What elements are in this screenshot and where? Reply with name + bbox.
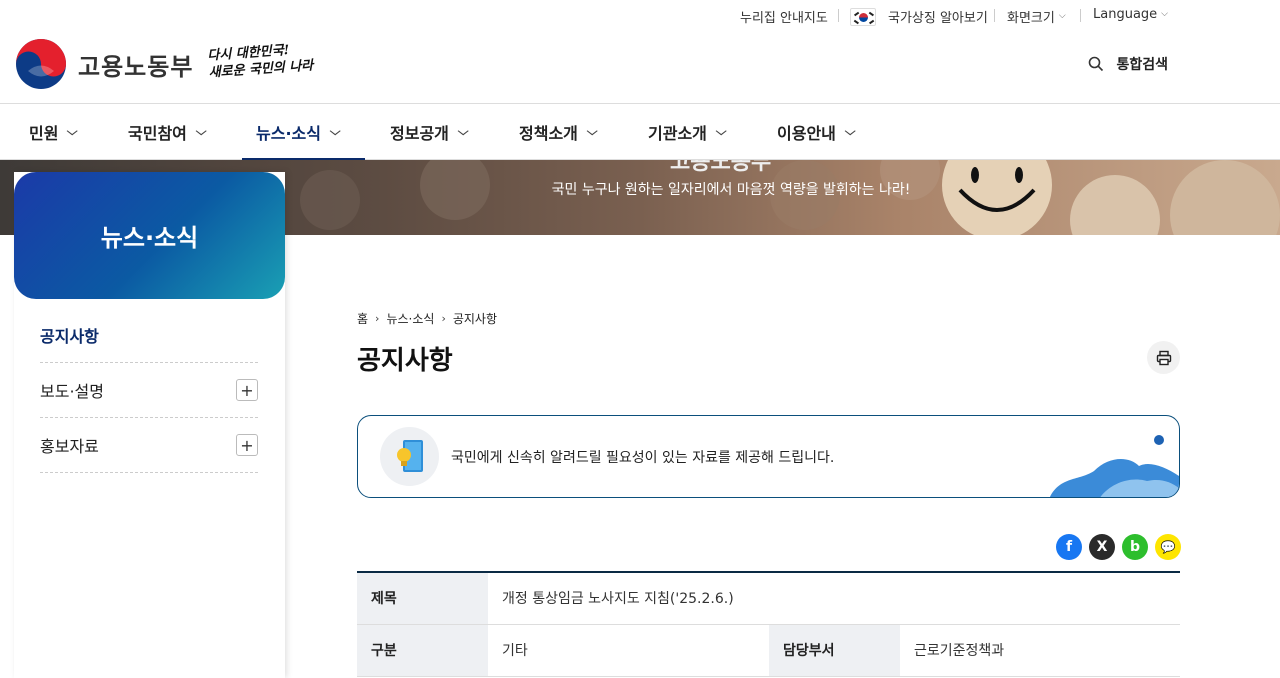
chevron-down-icon: ⌵: [67, 125, 79, 138]
band-share-button[interactable]: b: [1122, 534, 1148, 560]
divider: [994, 9, 995, 22]
nav-item-policy[interactable]: 정책소개 ⌵: [519, 104, 598, 160]
wave-decoration-icon: [1050, 435, 1179, 497]
breadcrumb-notice[interactable]: 공지사항: [453, 310, 497, 327]
post-dept: 근로기준정책과: [900, 624, 1180, 677]
slogan: 다시 대한민국! 새로운 국민의 나라: [207, 40, 314, 81]
nav-item-label: 이용안내: [777, 124, 836, 143]
band-icon: b: [1129, 539, 1141, 555]
x-share-button[interactable]: X: [1089, 534, 1115, 560]
x-icon: X: [1096, 539, 1108, 555]
printer-icon: [1156, 350, 1171, 365]
ministry-name: 고용노동부: [78, 52, 194, 81]
sidebar-item-label: 보도·설명: [40, 382, 104, 401]
print-button[interactable]: [1147, 341, 1180, 374]
nav-item-news[interactable]: 뉴스·소식 ⌵: [241, 104, 366, 161]
government-emblem-icon: [16, 39, 66, 89]
chevron-right-icon: ›: [441, 312, 446, 325]
chevron-down-icon: ⌵: [844, 125, 856, 138]
lightbulb-book-icon: [380, 427, 439, 486]
sidebar-item-label: 공지사항: [40, 327, 99, 346]
dept-header: 담당부서: [769, 624, 900, 677]
post-detail-table: 제목 개정 통상임금 노사지도 지침('25.2.6.) 구분 기타 담당부서 …: [357, 571, 1180, 677]
search-label: 통합검색: [1116, 57, 1168, 73]
divider: [838, 9, 839, 22]
table-row: 구분 기타 담당부서 근로기준정책과: [357, 624, 1180, 677]
nav-item-label: 정보공개: [390, 124, 449, 143]
chevron-down-icon: ⌵: [715, 125, 727, 138]
facebook-icon: f: [1065, 539, 1073, 555]
title-header: 제목: [357, 572, 488, 625]
nav-item-about[interactable]: 기관소개 ⌵: [648, 104, 727, 160]
language-label: Language: [1093, 7, 1158, 22]
national-symbols-label: 국가상징 알아보기: [888, 11, 988, 26]
sitemap-link[interactable]: 누리집 안내지도: [740, 7, 828, 26]
breadcrumb-home[interactable]: 홈: [357, 310, 368, 327]
chevron-down-icon: ⌵: [1161, 8, 1168, 19]
national-symbols-link[interactable]: 국가상징 알아보기: [850, 7, 988, 26]
nav-item-label: 기관소개: [648, 124, 707, 143]
kakao-share-button[interactable]: 💬: [1155, 534, 1181, 560]
chevron-down-icon: ⌵: [1058, 10, 1066, 21]
sidebar-item-notice[interactable]: 공지사항: [40, 308, 258, 363]
ministry-logo-link[interactable]: 고용노동부: [14, 38, 193, 90]
breadcrumb: 홈 › 뉴스·소식 › 공지사항: [357, 310, 497, 327]
category-header: 구분: [357, 624, 488, 677]
breadcrumb-news[interactable]: 뉴스·소식: [386, 310, 434, 327]
expand-icon[interactable]: +: [236, 434, 258, 456]
sidebar: 뉴스·소식 공지사항 보도·설명 + 홍보자료 +: [14, 172, 285, 678]
divider: [1080, 9, 1081, 22]
chevron-down-icon: ⌵: [329, 125, 341, 138]
nav-item-disclosure[interactable]: 정보공개 ⌵: [390, 104, 469, 160]
sidebar-menu: 공지사항 보도·설명 + 홍보자료 +: [40, 308, 258, 473]
chevron-down-icon: ⌵: [586, 125, 598, 138]
page-title: 공지사항: [357, 346, 453, 376]
nav-item-label: 국민참여: [128, 124, 187, 143]
nav-item-label: 정책소개: [519, 124, 578, 143]
nav-item-civil[interactable]: 민원 ⌵: [29, 104, 79, 160]
sidebar-item-promo[interactable]: 홍보자료 +: [40, 418, 258, 473]
korea-flag-icon: [850, 7, 876, 26]
main-nav: 민원 ⌵ 국민참여 ⌵ 뉴스·소식 ⌵ 정보공개 ⌵ 정책소개 ⌵ 기관소개 ⌵ 이용안내 ⌵: [0, 103, 1280, 161]
language-dropdown[interactable]: Language ⌵: [1093, 7, 1168, 22]
intro-text: 국민에게 신속히 알려드릴 필요성이 있는 자료를 제공해 드립니다.: [451, 450, 835, 466]
kakao-icon: 💬: [1160, 540, 1176, 554]
intro-box: 국민에게 신속히 알려드릴 필요성이 있는 자료를 제공해 드립니다.: [357, 415, 1180, 498]
chevron-down-icon: ⌵: [195, 125, 207, 138]
nav-item-guide[interactable]: 이용안내 ⌵: [777, 104, 856, 160]
search-icon: [1089, 56, 1104, 72]
expand-icon[interactable]: +: [236, 379, 258, 401]
sidebar-item-press[interactable]: 보도·설명 +: [40, 363, 258, 418]
screen-size-dropdown[interactable]: 화면크기 ⌵: [1007, 7, 1066, 27]
banner-title: 고용노동부: [670, 160, 772, 175]
facebook-share-button[interactable]: f: [1056, 534, 1082, 560]
sidebar-item-label: 홍보자료: [40, 437, 99, 456]
sidebar-title: 뉴스·소식: [14, 172, 285, 299]
post-title: 개정 통상임금 노사지도 지침('25.2.6.): [488, 572, 1180, 625]
screen-size-label: 화면크기: [1007, 11, 1055, 26]
nav-item-participation[interactable]: 국민참여 ⌵: [128, 104, 207, 160]
chevron-right-icon: ›: [375, 312, 380, 325]
utility-bar: 누리집 안내지도 국가상징 알아보기 화면크기 ⌵ Language ⌵: [0, 0, 1280, 32]
nav-item-label: 민원: [29, 124, 59, 143]
post-category: 기타: [488, 624, 769, 677]
integrated-search-button[interactable]: 통합검색: [1088, 54, 1168, 74]
chevron-down-icon: ⌵: [457, 125, 469, 138]
nav-item-label: 뉴스·소식: [256, 124, 321, 143]
table-row: 제목 개정 통상임금 노사지도 지침('25.2.6.): [357, 572, 1180, 625]
